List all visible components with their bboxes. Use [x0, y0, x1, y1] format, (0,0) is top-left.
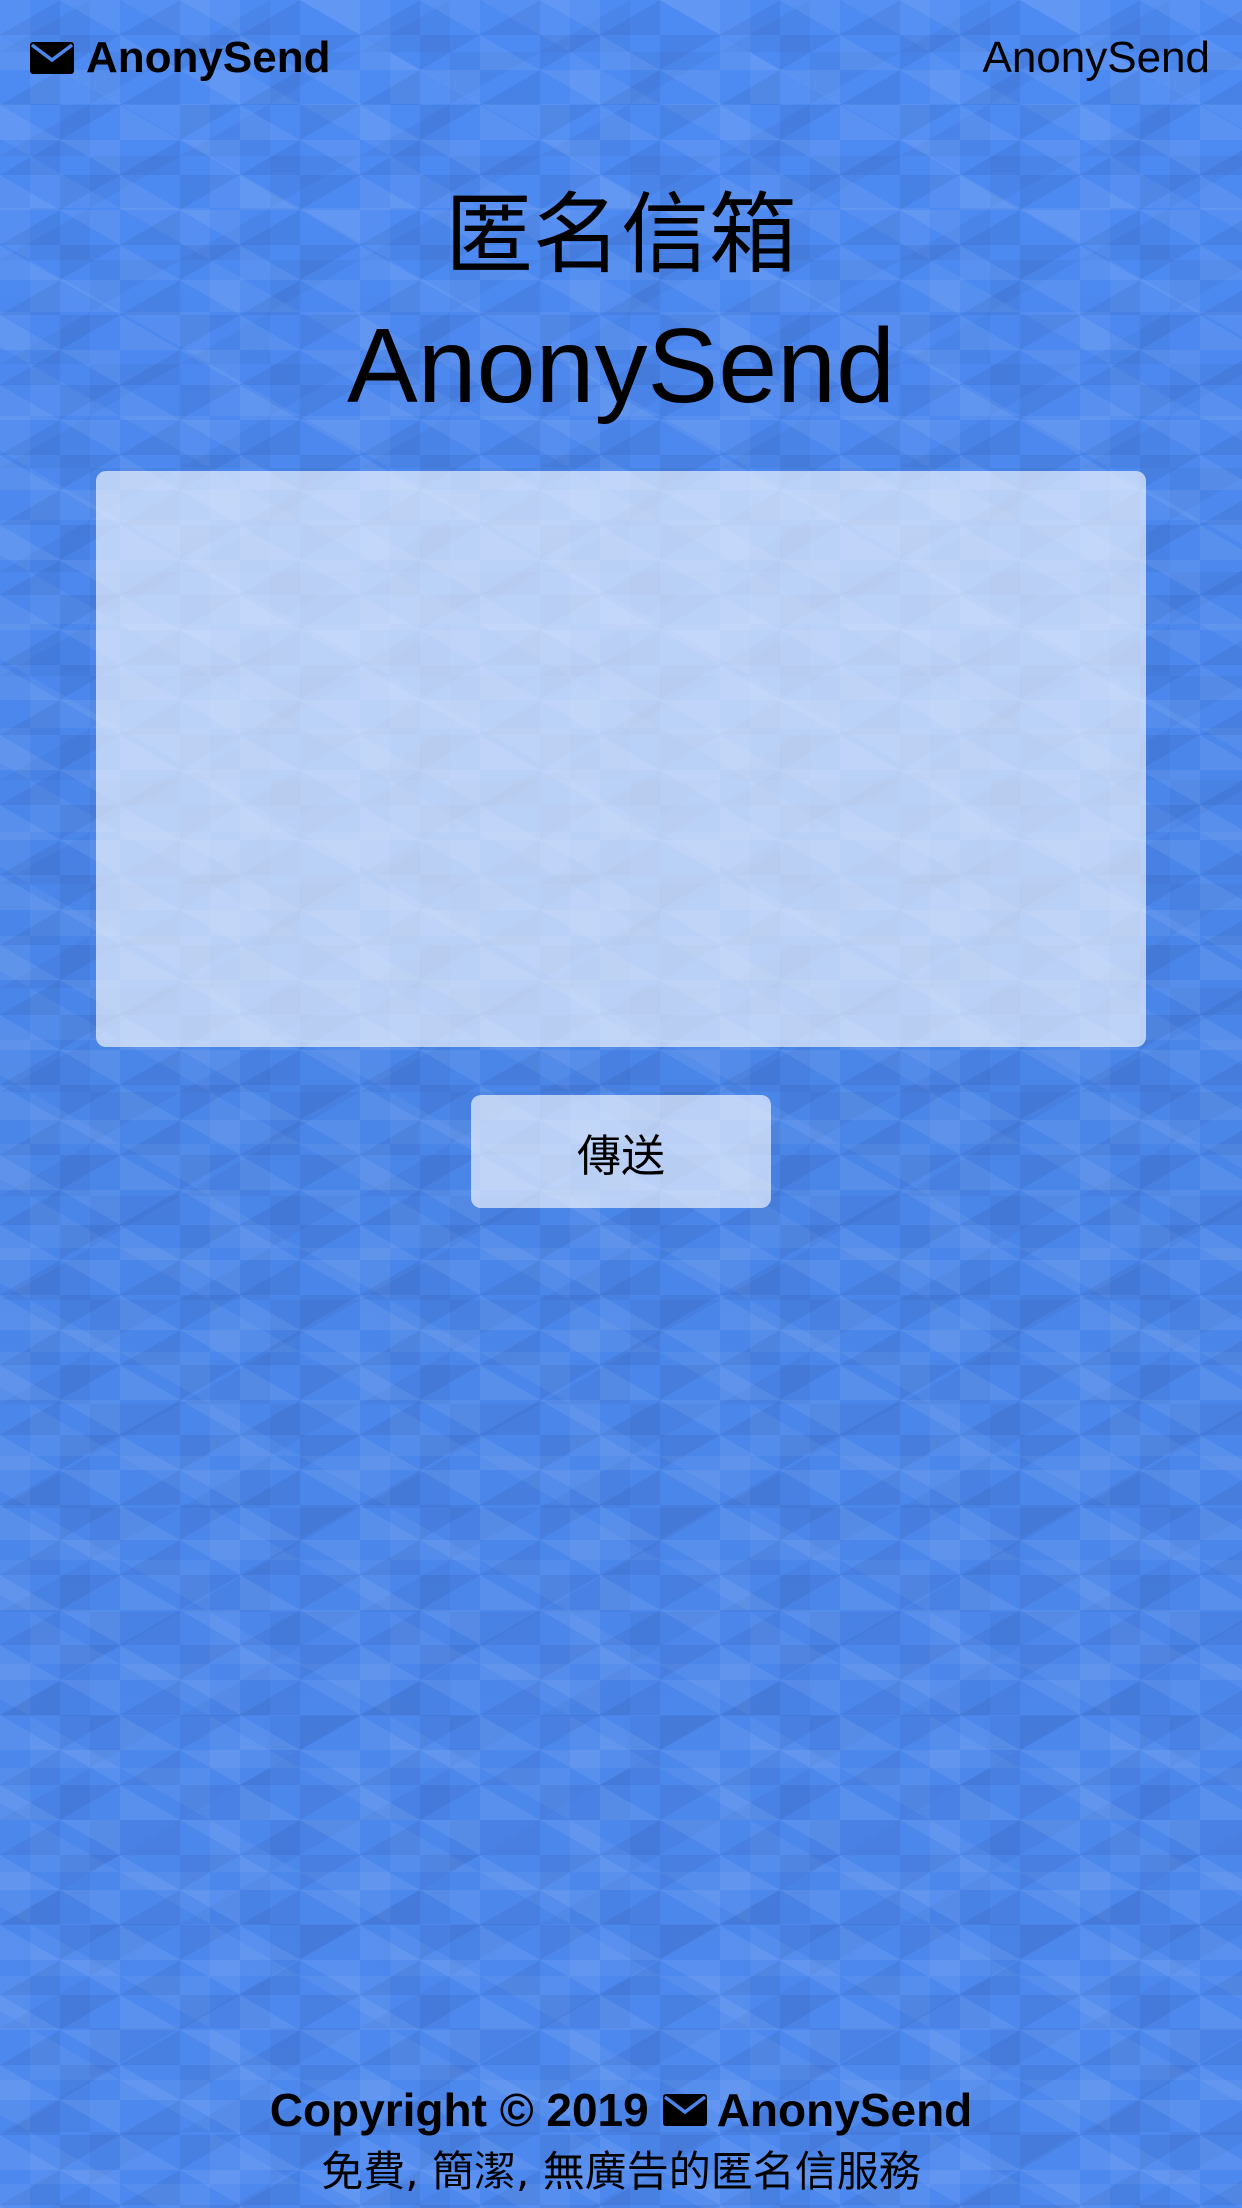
- envelope-icon: [662, 2094, 707, 2126]
- page-subtitle: AnonySend: [346, 307, 896, 425]
- footer-copyright: Copyright © 2019 AnonySend: [0, 2080, 1242, 2140]
- footer: Copyright © 2019 AnonySend 免費, 簡潔, 無廣告的匿…: [0, 2080, 1242, 2202]
- hero: 匿名信箱 AnonySend: [0, 175, 1242, 431]
- brand-link[interactable]: AnonySend: [30, 28, 330, 88]
- page-title: 匿名信箱: [444, 183, 797, 286]
- send-button[interactable]: 傳送: [471, 1095, 771, 1208]
- nav-link-anonysend[interactable]: AnonySend: [982, 28, 1210, 88]
- navbar: AnonySend AnonySend: [0, 0, 1242, 118]
- envelope-icon: [30, 42, 74, 74]
- footer-brand-label: AnonySend: [716, 2084, 973, 2136]
- brand-label: AnonySend: [86, 33, 331, 82]
- copyright-text: Copyright © 2019: [269, 2084, 649, 2136]
- footer-tagline: 免費, 簡潔, 無廣告的匿名信服務: [321, 2147, 921, 2196]
- message-input[interactable]: [96, 471, 1146, 1047]
